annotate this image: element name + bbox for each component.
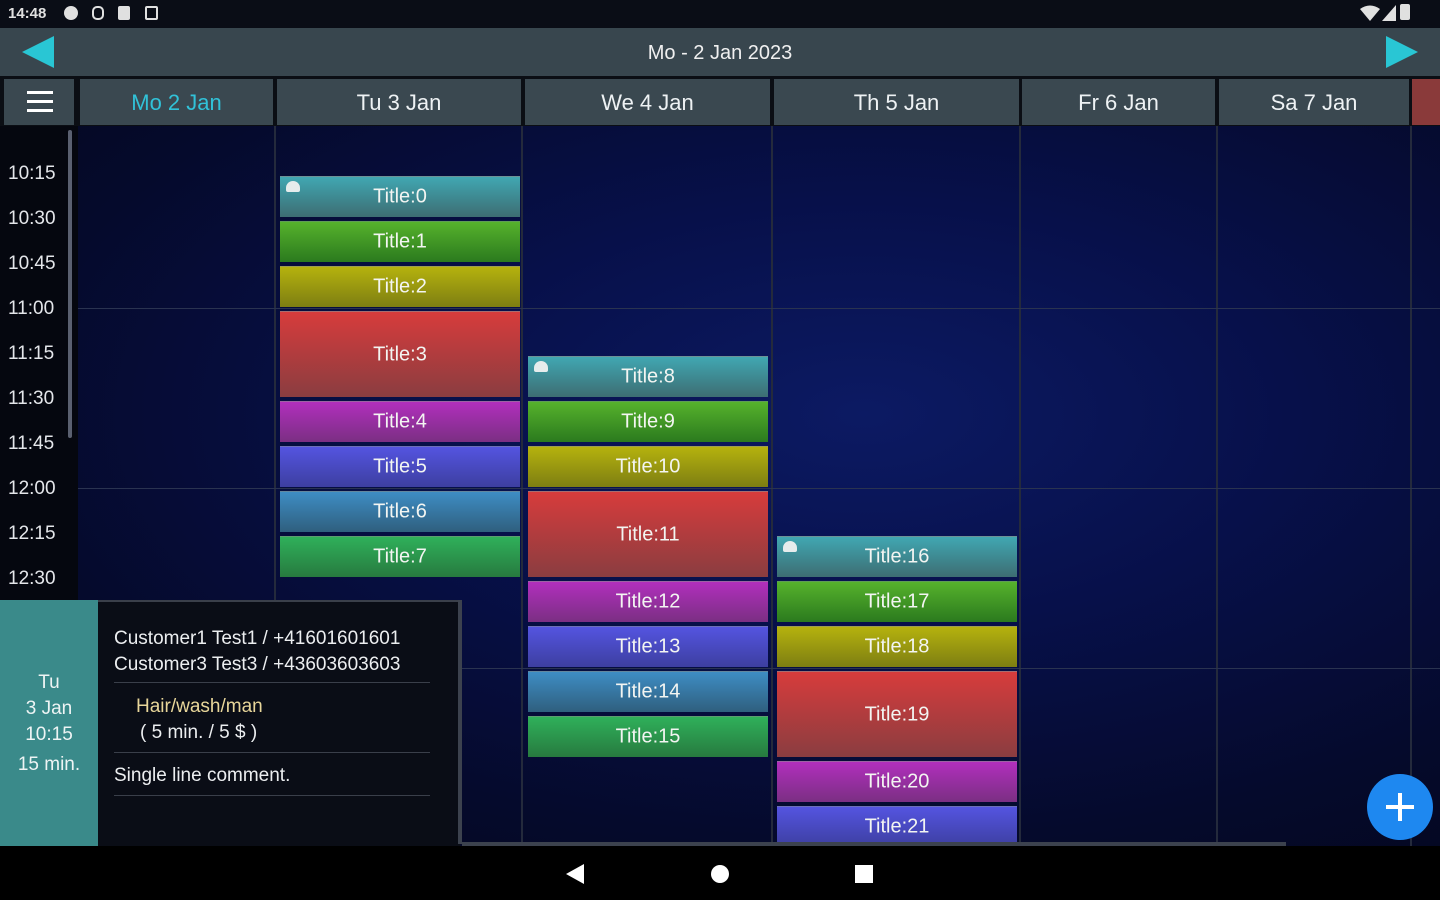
event-block[interactable]: Title:16 xyxy=(777,536,1017,577)
day-header-tue[interactable]: Tu 3 Jan xyxy=(277,79,521,125)
event-block[interactable]: Title:2 xyxy=(280,266,520,307)
next-arrow-icon[interactable] xyxy=(1384,34,1420,70)
event-block[interactable]: Title:18 xyxy=(777,626,1017,667)
event-title: Title:21 xyxy=(864,815,930,838)
panel-border xyxy=(458,600,462,844)
day-header-fri[interactable]: Fr 6 Jan xyxy=(1022,79,1215,125)
customer-line[interactable]: Customer1 Test1 / +41601601601 xyxy=(114,628,400,650)
event-title: Title:12 xyxy=(615,590,681,613)
status-time: 14:48 xyxy=(8,5,47,22)
day-header-sun-partial[interactable] xyxy=(1412,79,1440,125)
service-name: Hair/wash/man xyxy=(136,696,263,717)
divider xyxy=(114,752,430,753)
event-block[interactable]: Title:21 xyxy=(777,806,1017,846)
time-label: 10:30 xyxy=(8,208,56,229)
menu-button[interactable] xyxy=(4,79,74,125)
home-icon[interactable] xyxy=(711,865,729,883)
event-title: Title:5 xyxy=(373,455,427,478)
time-label: 11:00 xyxy=(8,298,55,319)
event-block[interactable]: Title:12 xyxy=(528,581,768,622)
recents-icon[interactable] xyxy=(855,865,873,883)
time-label: 12:15 xyxy=(8,523,56,544)
event-title: Title:14 xyxy=(615,680,681,703)
add-appointment-button[interactable] xyxy=(1367,774,1433,840)
event-block[interactable]: Title:3 xyxy=(280,311,520,397)
event-title: Title:20 xyxy=(864,770,930,793)
event-title: Title:17 xyxy=(864,590,930,613)
event-block[interactable]: Title:15 xyxy=(528,716,768,757)
back-icon[interactable] xyxy=(566,864,584,884)
event-block[interactable]: Title:9 xyxy=(528,401,768,442)
event-title: Title:3 xyxy=(373,343,427,365)
event-block[interactable]: Title:1 xyxy=(280,221,520,262)
system-nav-bar xyxy=(0,846,1440,900)
chat-icon xyxy=(64,6,78,20)
event-title: Title:16 xyxy=(864,545,930,568)
wifi-icon xyxy=(1360,5,1380,21)
battery-icon xyxy=(1400,4,1410,20)
event-title: Title:4 xyxy=(373,410,427,433)
event-block[interactable]: Title:6 xyxy=(280,491,520,532)
divider xyxy=(114,795,430,796)
time-label: 12:30 xyxy=(8,568,56,589)
event-block[interactable]: Title:14 xyxy=(528,671,768,712)
event-block[interactable]: Title:19 xyxy=(777,671,1017,757)
event-title: Title:0 xyxy=(373,185,427,208)
day-header-sat[interactable]: Sa 7 Jan xyxy=(1219,79,1409,125)
event-block[interactable]: Title:10 xyxy=(528,446,768,487)
time-label: 12:00 xyxy=(8,478,56,499)
time-label: 11:15 xyxy=(8,343,55,364)
comment-text: Single line comment. xyxy=(114,765,291,786)
event-block[interactable]: Title:8 xyxy=(528,356,768,397)
detail-date-panel[interactable]: Tu 3 Jan 10:15 15 min. xyxy=(0,600,98,846)
event-block[interactable]: Title:11 xyxy=(528,491,768,577)
event-block[interactable]: Title:17 xyxy=(777,581,1017,622)
event-block[interactable]: Title:5 xyxy=(280,446,520,487)
day-header-wed[interactable]: We 4 Jan xyxy=(525,79,770,125)
shield-icon xyxy=(145,6,158,20)
day-header-thu[interactable]: Th 5 Jan xyxy=(774,79,1019,125)
customer-line[interactable]: Customer3 Test3 / +43603603603 xyxy=(114,654,400,676)
event-title: Title:19 xyxy=(864,703,930,725)
time-label: 11:30 xyxy=(8,388,55,409)
event-title: Title:11 xyxy=(616,523,680,545)
event-block[interactable]: Title:20 xyxy=(777,761,1017,802)
event-title: Title:1 xyxy=(373,230,427,253)
detail-duration: 15 min. xyxy=(17,754,81,775)
sd-card-icon xyxy=(118,6,130,20)
detail-day: Tu xyxy=(38,672,60,693)
event-block[interactable]: Title:13 xyxy=(528,626,768,667)
day-header-mon[interactable]: Mo 2 Jan xyxy=(80,79,273,125)
event-title: Title:7 xyxy=(373,545,427,568)
time-label: 10:45 xyxy=(8,253,56,274)
detail-date: 3 Jan xyxy=(25,698,73,719)
event-title: Title:15 xyxy=(615,725,681,748)
event-block[interactable]: Title:4 xyxy=(280,401,520,442)
hamburger-icon xyxy=(27,91,53,94)
divider xyxy=(114,682,430,683)
time-label: 10:15 xyxy=(8,163,56,184)
scrollbar[interactable] xyxy=(68,130,72,438)
event-title: Title:18 xyxy=(864,635,930,658)
signal-icon xyxy=(1382,5,1396,21)
event-block[interactable]: Title:7 xyxy=(280,536,520,577)
detail-time: 10:15 xyxy=(25,724,73,745)
event-title: Title:2 xyxy=(373,275,427,298)
event-title: Title:6 xyxy=(373,500,427,523)
service-meta: ( 5 min. / 5 $ ) xyxy=(140,722,258,743)
event-title: Title:8 xyxy=(621,365,675,388)
appointment-detail-panel[interactable]: Customer1 Test1 / +41601601601 Customer3… xyxy=(98,600,460,848)
event-title: Title:9 xyxy=(621,410,675,433)
event-title: Title:13 xyxy=(615,635,681,658)
day-header-row: Mo 2 Jan Tu 3 Jan We 4 Jan Th 5 Jan Fr 6… xyxy=(0,76,1440,126)
status-bar: 14:48 xyxy=(0,0,1440,28)
event-title: Title:10 xyxy=(615,455,681,478)
current-date-title: Mo - 2 Jan 2023 xyxy=(647,42,793,64)
event-block[interactable]: Title:0 xyxy=(280,176,520,217)
time-label: 11:45 xyxy=(8,433,55,454)
top-header: Mo - 2 Jan 2023 xyxy=(0,28,1440,76)
sync-icon xyxy=(92,6,104,20)
